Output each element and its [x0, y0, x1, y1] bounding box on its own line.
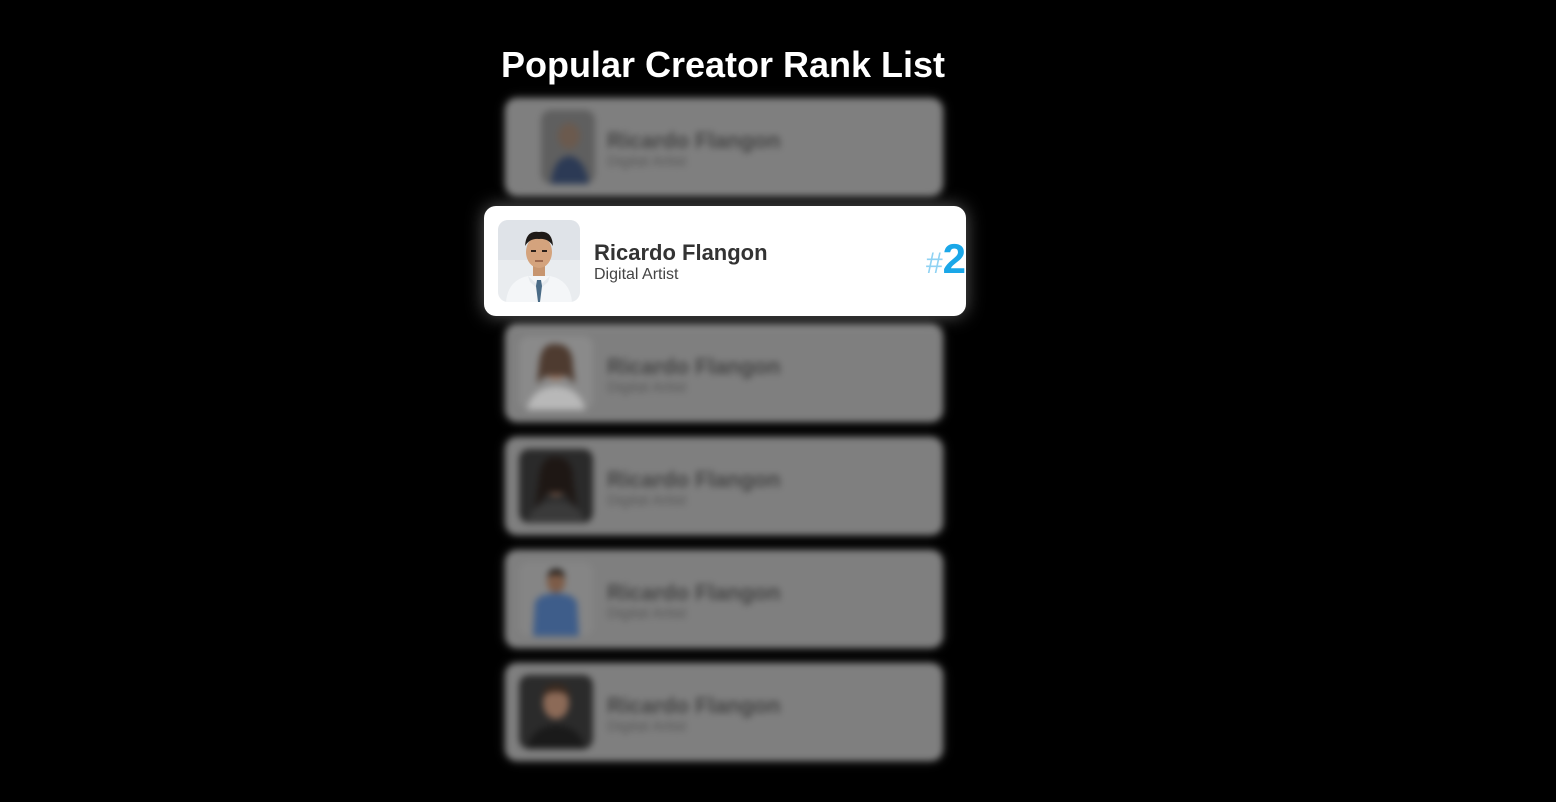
page-title: Popular Creator Rank List: [500, 44, 946, 85]
rank-hash: #: [925, 247, 943, 280]
creator-avatar: [519, 449, 593, 523]
creator-name: Ricardo Flangon: [607, 467, 781, 492]
creator-role: Digital Artist: [607, 492, 687, 509]
creator-card[interactable]: Ricardo Flangon Digital Artist: [505, 663, 943, 761]
creator-role: Digital Artist: [594, 266, 679, 283]
creator-role: Digital Artist: [607, 605, 687, 622]
creator-role: Digital Artist: [607, 718, 687, 735]
creator-name: Ricardo Flangon: [607, 128, 781, 153]
creator-card[interactable]: Ricardo Flangon Digital Artist: [505, 98, 943, 196]
rank-list-page: Popular Creator Rank List Ricardo Flango…: [0, 0, 1556, 802]
rank-badge: #2: [926, 238, 966, 280]
creator-role: Digital Artist: [607, 379, 687, 396]
creator-avatar: [519, 336, 593, 410]
creator-avatar: [498, 220, 580, 302]
creator-avatar: [519, 675, 593, 749]
rank-number: 2: [942, 235, 966, 282]
creator-avatar: [541, 110, 595, 184]
creator-avatar: [519, 562, 593, 636]
creator-name: Ricardo Flangon: [607, 354, 781, 379]
creator-name: Ricardo Flangon: [607, 580, 781, 605]
creator-name: Ricardo Flangon: [607, 693, 781, 718]
creator-role: Digital Artist: [607, 153, 687, 170]
creator-name: Ricardo Flangon: [594, 240, 768, 265]
creator-card[interactable]: Ricardo Flangon Digital Artist: [505, 324, 943, 422]
creator-card[interactable]: Ricardo Flangon Digital Artist: [505, 437, 943, 535]
creator-card[interactable]: Ricardo Flangon Digital Artist: [505, 550, 943, 648]
creator-card-active[interactable]: Ricardo Flangon Digital Artist #2: [484, 206, 966, 316]
